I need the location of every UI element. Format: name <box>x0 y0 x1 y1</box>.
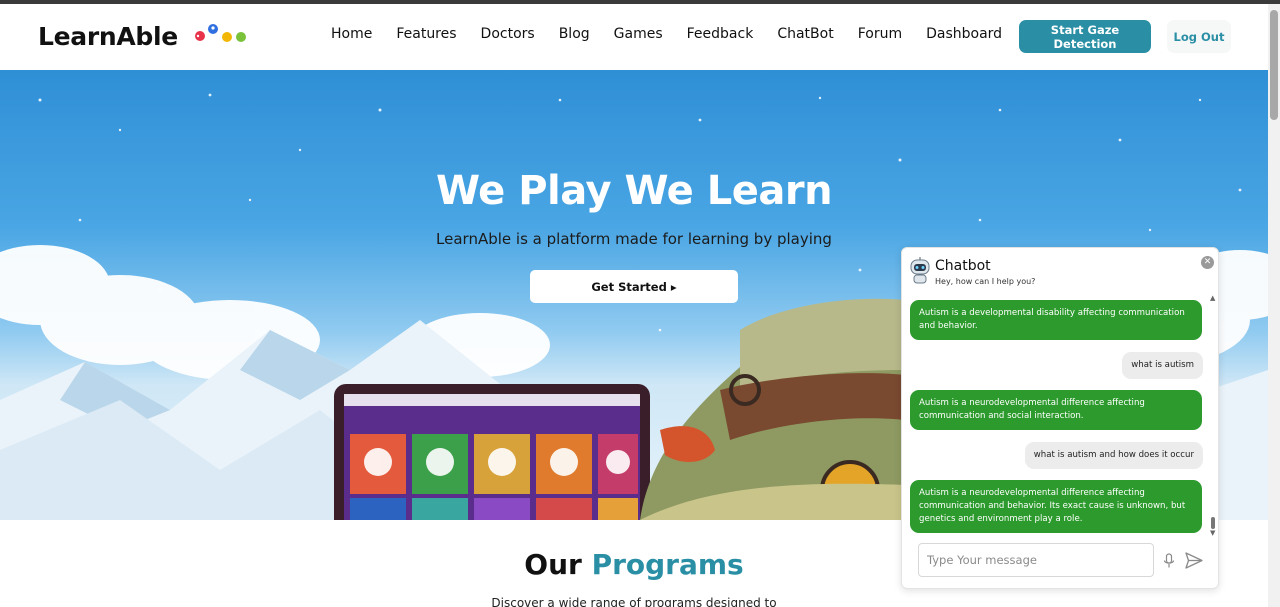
nav-doctors[interactable]: Doctors <box>481 26 535 42</box>
nav-dashboard[interactable]: Dashboard <box>926 26 1002 42</box>
nav-features[interactable]: Features <box>396 26 456 42</box>
nav-forum[interactable]: Forum <box>858 26 902 42</box>
hero-title: We Play We Learn <box>435 168 833 214</box>
nav-chatbot[interactable]: ChatBot <box>777 26 833 42</box>
programs-heading-accent: Programs <box>591 548 744 581</box>
bot-message: Autism is a neurodevelopmental differenc… <box>910 390 1202 430</box>
start-gaze-detection-button[interactable]: Start Gaze Detection <box>1019 20 1151 53</box>
chatbot-title: Chatbot <box>935 258 991 274</box>
hero-subtitle: LearnAble is a platform made for learnin… <box>436 230 832 248</box>
nav-links: Home Features Doctors Blog Games Feedbac… <box>331 26 1026 42</box>
nav-home[interactable]: Home <box>331 26 372 42</box>
chatbot-subtitle: Hey, how can I help you? <box>935 277 1036 286</box>
user-message: what is autism and how does it occur <box>1024 442 1203 469</box>
page-scrollbar-thumb[interactable] <box>1270 10 1278 120</box>
brand-name[interactable]: LearnAble <box>38 22 178 51</box>
scroll-up-icon[interactable]: ▲ <box>1210 294 1215 302</box>
send-icon[interactable] <box>1185 552 1203 569</box>
bot-message: Autism is a neurodevelopmental differenc… <box>910 480 1202 533</box>
page-scrollbar[interactable] <box>1268 4 1280 607</box>
programs-description: Discover a wide range of programs design… <box>491 596 777 607</box>
scroll-down-icon[interactable]: ▼ <box>1210 529 1215 537</box>
get-started-button[interactable]: Get Started ▸ <box>530 270 738 303</box>
nav-blog[interactable]: Blog <box>559 26 590 42</box>
bot-message: Autism is a developmental disability aff… <box>910 300 1202 340</box>
brand-logo-icon <box>195 24 246 42</box>
chat-scrollbar-thumb[interactable] <box>1211 517 1215 529</box>
user-message: what is autism <box>1122 352 1203 379</box>
chatbot-panel: Chatbot Hey, how can I help you? ✕ Autis… <box>901 247 1219 589</box>
programs-heading-part1: Our <box>524 548 592 581</box>
robot-icon <box>910 257 930 284</box>
close-icon[interactable]: ✕ <box>1201 256 1214 269</box>
navbar: LearnAble Home Features Doctors Blog Gam… <box>0 4 1268 70</box>
chat-messages: Autism is a developmental disability aff… <box>902 292 1220 537</box>
microphone-icon[interactable] <box>1163 553 1175 569</box>
nav-games[interactable]: Games <box>614 26 663 42</box>
chat-scrollbar[interactable]: ▲ ▼ <box>1209 294 1217 537</box>
nav-feedback[interactable]: Feedback <box>687 26 754 42</box>
chat-message-input[interactable] <box>918 543 1154 577</box>
log-out-button[interactable]: Log Out <box>1167 20 1231 53</box>
